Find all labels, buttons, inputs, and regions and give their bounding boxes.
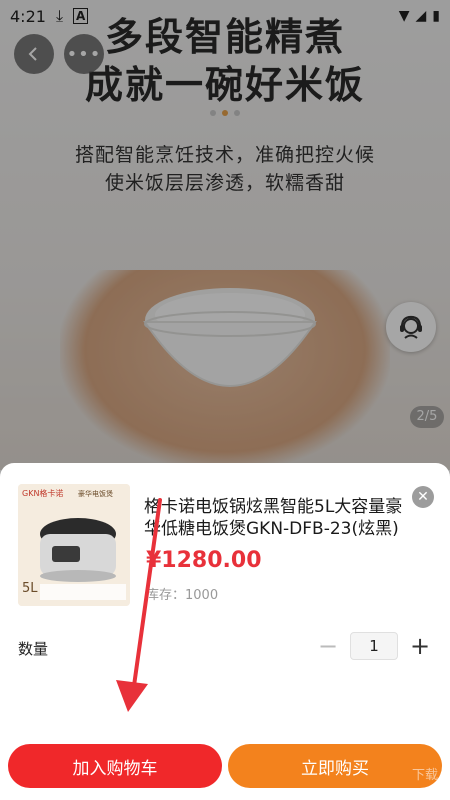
quantity-input[interactable]: 1 (350, 632, 398, 660)
increase-quantity-button[interactable]: + (408, 632, 432, 660)
minus-icon: − (317, 632, 339, 660)
action-bar: 加入购物车 立即购买 (0, 744, 450, 800)
close-icon: ✕ (417, 489, 429, 505)
product-thumbnail: GKN格卡诺 豪华电饭煲 5L (18, 484, 130, 606)
buy-now-button[interactable]: 立即购买 (228, 744, 442, 788)
add-to-cart-button[interactable]: 加入购物车 (8, 744, 222, 788)
product-title: 格卡诺电饭锅炫黑智能5L大容量豪华低糖电饭煲GKN-DFB-23(炫黑) (144, 497, 403, 539)
rice-cooker-image: GKN格卡诺 豪华电饭煲 5L (18, 484, 130, 606)
decrease-quantity-button[interactable]: − (316, 632, 340, 660)
watermark: 下载 (411, 768, 438, 783)
product-price: ¥1280.00 (146, 548, 262, 573)
thumb-tag: 豪华电饭煲 (78, 489, 113, 498)
plus-icon: + (409, 632, 431, 660)
thumb-brand: GKN格卡诺 (22, 488, 63, 498)
quantity-label: 数量 (18, 640, 49, 658)
quantity-stepper: − 1 + (316, 632, 432, 660)
thumb-capacity: 5L (22, 581, 38, 596)
close-button[interactable]: ✕ (412, 486, 434, 508)
stock-count: 库存：1000 (146, 588, 219, 603)
